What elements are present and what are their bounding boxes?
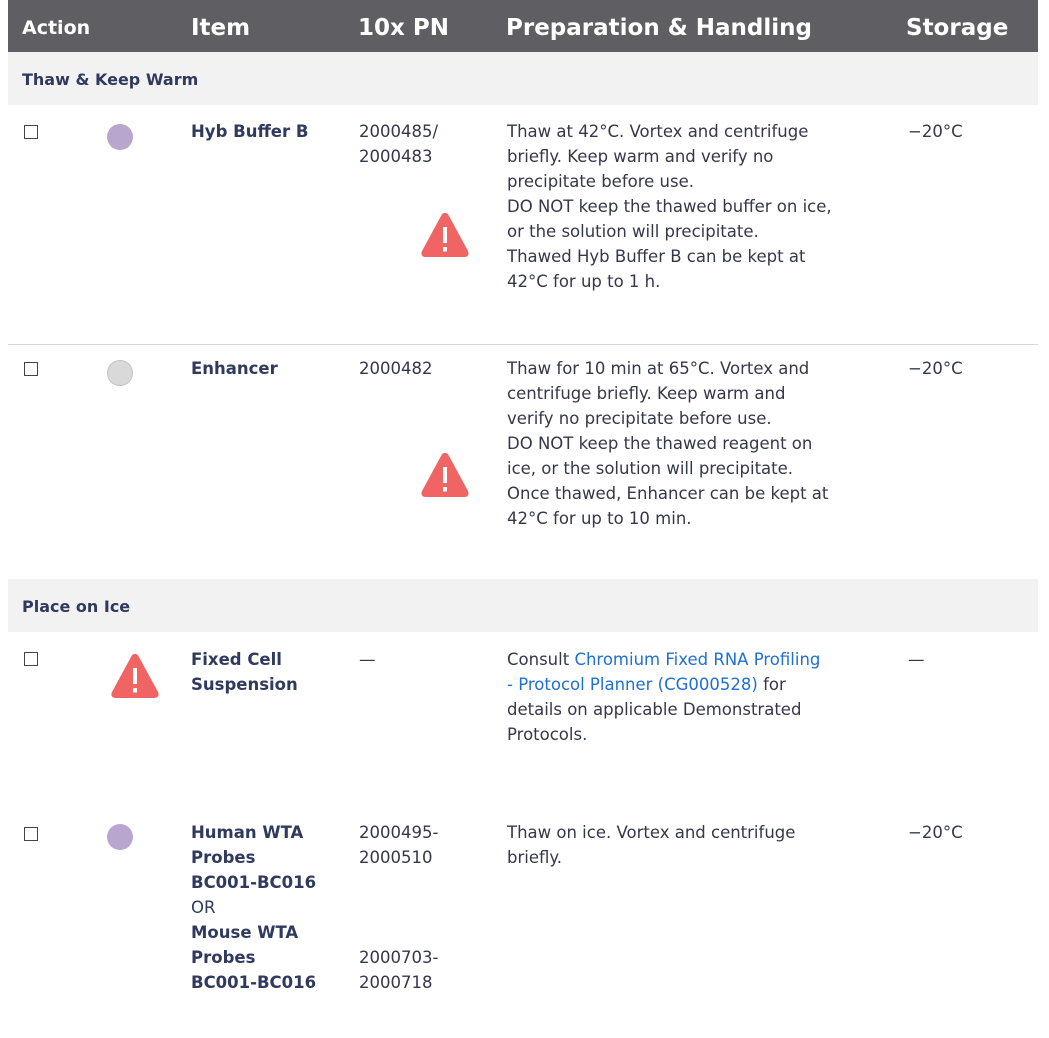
reagent-color-dot [107,124,133,150]
item-name: Human WTA Probes BC001-BC016 OR Mouse WT… [191,820,316,995]
preparation-text: Thaw at 42°C. Vortex and centrifuge brie… [507,119,832,294]
column-header-pn: 10x PN [358,15,449,41]
part-number-line: 2000495- [359,823,439,842]
preparation-line: centrifuge briefly. Keep warm and [507,384,786,403]
preparation-line: Thawed Hyb Buffer B can be kept at [507,247,806,266]
item-name: Enhancer [191,359,278,378]
preparation-line: briefly. Keep warm and verify no [507,147,774,166]
preparation-suffix: for [757,675,786,694]
row-checkbox[interactable] [24,652,38,666]
part-number: 2000703- 2000718 [359,945,438,995]
preparation-text: Thaw on ice. Vortex and centrifuge brief… [507,820,795,870]
part-number: 2000482 [359,359,433,378]
preparation-line: or the solution will precipitate. [507,222,759,241]
preparation-line: briefly. [507,848,563,867]
preparation-line: - Protocol Planner (CG000528) for [507,672,820,697]
row-checkbox[interactable] [24,362,38,376]
column-header-storage: Storage [906,15,1009,41]
row-divider [8,344,1038,345]
item-name: Hyb Buffer B [191,122,309,141]
part-number-line: 2000510 [359,848,433,867]
section-label: Thaw & Keep Warm [22,70,199,89]
item-name-line: Mouse WTA [191,923,299,942]
column-header-item: Item [191,15,251,41]
item-name-line: BC001-BC016 [191,873,317,892]
section-row-thaw: Thaw & Keep Warm [8,52,1038,105]
column-header-preparation: Preparation & Handling [506,15,812,41]
preparation-line: Once thawed, Enhancer can be kept at [507,484,829,503]
part-number-line: 2000703- [359,948,439,967]
part-number: 2000495- 2000510 [359,820,438,870]
part-number-line: 2000485/ [359,122,439,141]
preparation-line: Protocols. [507,725,588,744]
preparation-line: Thaw on ice. Vortex and centrifuge [507,823,796,842]
protocol-planner-link[interactable]: Chromium Fixed RNA Profiling [574,650,820,669]
item-name: Fixed Cell Suspension [191,647,298,697]
table-header: Action Item 10x PN Preparation & Handlin… [8,0,1038,52]
protocol-planner-link[interactable]: - Protocol Planner (CG000528) [507,675,758,694]
reagent-color-dot [107,360,133,386]
storage-temp: −20°C [908,122,963,141]
or-label: OR [191,898,216,917]
warning-icon [421,213,469,257]
preparation-line: Thaw at 42°C. Vortex and centrifuge [507,122,809,141]
preparation-line: DO NOT keep the thawed buffer on ice, [507,197,832,216]
row-checkbox[interactable] [24,827,38,841]
part-number-line: 2000483 [359,147,433,166]
item-name-line: Human WTA [191,823,304,842]
storage-temp: −20°C [908,359,963,378]
row-checkbox[interactable] [24,125,38,139]
preparation-line: precipitate before use. [507,172,695,191]
warning-icon [421,453,469,497]
reagent-color-dot [107,824,133,850]
preparation-text: Consult Chromium Fixed RNA Profiling - P… [507,647,820,747]
item-name-line: Probes [191,848,256,867]
storage-temp: −20°C [908,823,963,842]
preparation-line: verify no precipitate before use. [507,409,772,428]
section-label: Place on Ice [22,597,131,616]
storage-temp: — [908,650,925,669]
preparation-line: Consult Chromium Fixed RNA Profiling [507,647,820,672]
item-name-line: BC001-BC016 [191,973,317,992]
preparation-line: DO NOT keep the thawed reagent on [507,434,813,453]
preparation-line: 42°C for up to 1 h. [507,272,661,291]
part-number: — [359,650,376,669]
preparation-line: 42°C for up to 10 min. [507,509,692,528]
preparation-line: details on applicable Demonstrated [507,700,802,719]
preparation-line: Thaw for 10 min at 65°C. Vortex and [507,359,810,378]
item-name-line: Suspension [191,675,298,694]
section-row-ice: Place on Ice [8,579,1038,632]
item-name-line: Probes [191,948,256,967]
preparation-line: ice, or the solution will precipitate. [507,459,794,478]
part-number: 2000485/ 2000483 [359,119,438,169]
preparation-text: Thaw for 10 min at 65°C. Vortex and cent… [507,356,828,531]
item-name-line: Fixed Cell [191,650,282,669]
column-header-action: Action [22,17,91,39]
warning-icon [111,654,159,698]
part-number-line: 2000718 [359,973,433,992]
preparation-prefix: Consult [507,650,575,669]
